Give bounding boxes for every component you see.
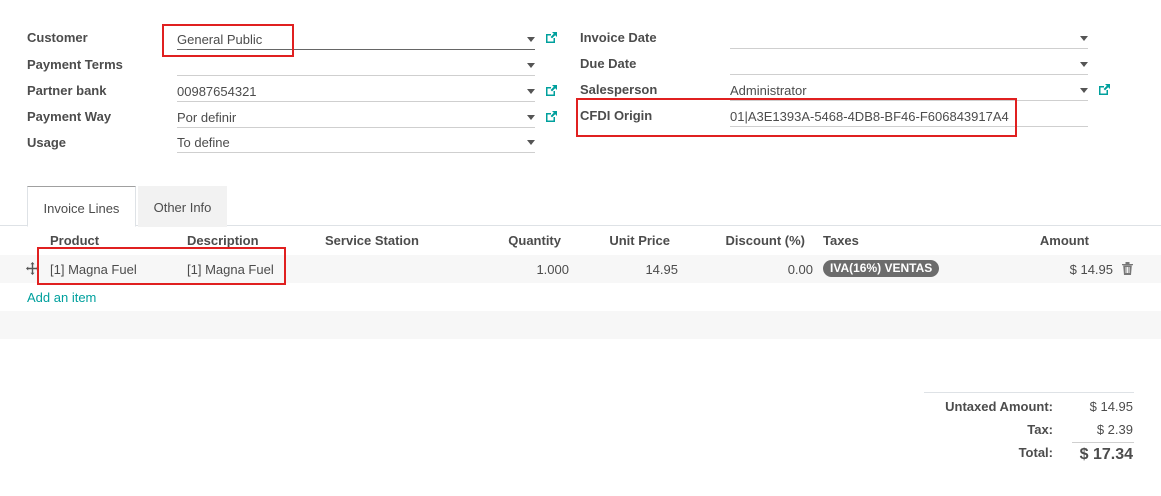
col-unit-price[interactable]: Unit Price xyxy=(570,233,670,248)
col-service-station[interactable]: Service Station xyxy=(325,233,419,248)
partner-bank-field[interactable]: 00987654321 xyxy=(177,80,535,102)
label-salesperson: Salesperson xyxy=(580,82,658,97)
col-amount[interactable]: Amount xyxy=(989,233,1089,248)
customer-value: General Public xyxy=(177,32,263,47)
col-taxes[interactable]: Taxes xyxy=(823,233,859,248)
partner-bank-value: 00987654321 xyxy=(177,84,257,99)
chevron-down-icon[interactable] xyxy=(527,37,535,42)
cell-discount[interactable]: 0.00 xyxy=(713,262,813,277)
chevron-down-icon[interactable] xyxy=(527,115,535,120)
invoice-date-field[interactable] xyxy=(730,27,1088,49)
tax-value: $ 2.39 xyxy=(1096,422,1133,437)
chevron-down-icon[interactable] xyxy=(1080,36,1088,41)
cell-description[interactable]: [1] Magna Fuel xyxy=(187,262,274,277)
cell-product[interactable]: [1] Magna Fuel xyxy=(50,262,137,277)
external-link-icon[interactable] xyxy=(544,31,558,45)
tab-invoice-lines[interactable]: Invoice Lines xyxy=(27,186,136,227)
add-item-link[interactable]: Add an item xyxy=(27,290,96,305)
label-usage: Usage xyxy=(27,135,67,150)
tax-badge: IVA(16%) VENTAS xyxy=(823,260,940,277)
chevron-down-icon[interactable] xyxy=(1080,88,1088,93)
col-discount[interactable]: Discount (%) xyxy=(685,233,805,248)
customer-field[interactable]: General Public xyxy=(177,28,535,50)
chevron-down-icon[interactable] xyxy=(527,63,535,68)
chevron-down-icon[interactable] xyxy=(1080,62,1088,67)
cell-quantity[interactable]: 1.000 xyxy=(469,262,569,277)
usage-value: To define xyxy=(177,135,230,150)
total-divider xyxy=(1072,442,1134,443)
col-product[interactable]: Product xyxy=(50,233,99,248)
tab-other-info[interactable]: Other Info xyxy=(138,186,227,227)
label-cfdi-origin: CFDI Origin xyxy=(580,108,653,123)
label-partner-bank: Partner bank xyxy=(27,83,107,98)
external-link-icon[interactable] xyxy=(1097,83,1111,97)
due-date-field[interactable] xyxy=(730,53,1088,75)
tax-label: Tax: xyxy=(1027,422,1053,437)
total-label: Total: xyxy=(1018,445,1053,460)
payment-way-field[interactable]: Por definir xyxy=(177,106,535,128)
label-customer: Customer xyxy=(27,30,88,45)
chevron-down-icon[interactable] xyxy=(527,140,535,145)
payment-terms-field[interactable] xyxy=(177,54,535,76)
col-quantity[interactable]: Quantity xyxy=(461,233,561,248)
cfdi-origin-value: 01|A3E1393A-5468-4DB8-BF46-F606843917A4 xyxy=(730,109,1009,124)
salesperson-value: Administrator xyxy=(730,83,807,98)
cell-amount[interactable]: $ 14.95 xyxy=(1013,262,1113,277)
label-due-date: Due Date xyxy=(580,56,637,71)
notebook-tabs: Invoice Lines Other Info xyxy=(0,186,1161,227)
untaxed-amount-value: $ 14.95 xyxy=(1089,399,1133,414)
cell-unit-price[interactable]: 14.95 xyxy=(578,262,678,277)
drag-handle-icon[interactable] xyxy=(26,262,39,275)
col-description[interactable]: Description xyxy=(187,233,259,248)
external-link-icon[interactable] xyxy=(544,110,558,124)
usage-field[interactable]: To define xyxy=(177,131,535,153)
salesperson-field[interactable]: Administrator xyxy=(730,79,1088,101)
payment-way-value: Por definir xyxy=(177,110,237,125)
label-payment-terms: Payment Terms xyxy=(27,57,123,72)
label-payment-way: Payment Way xyxy=(27,109,112,124)
label-invoice-date: Invoice Date xyxy=(580,30,657,45)
totals-divider xyxy=(924,392,1134,393)
chevron-down-icon[interactable] xyxy=(527,89,535,94)
table-footer-band xyxy=(0,311,1161,339)
cfdi-origin-field[interactable]: 01|A3E1393A-5468-4DB8-BF46-F606843917A4 xyxy=(730,105,1088,127)
trash-icon[interactable] xyxy=(1122,262,1133,275)
external-link-icon[interactable] xyxy=(544,84,558,98)
untaxed-amount-label: Untaxed Amount: xyxy=(945,399,1053,414)
total-value: $ 17.34 xyxy=(1079,446,1133,463)
